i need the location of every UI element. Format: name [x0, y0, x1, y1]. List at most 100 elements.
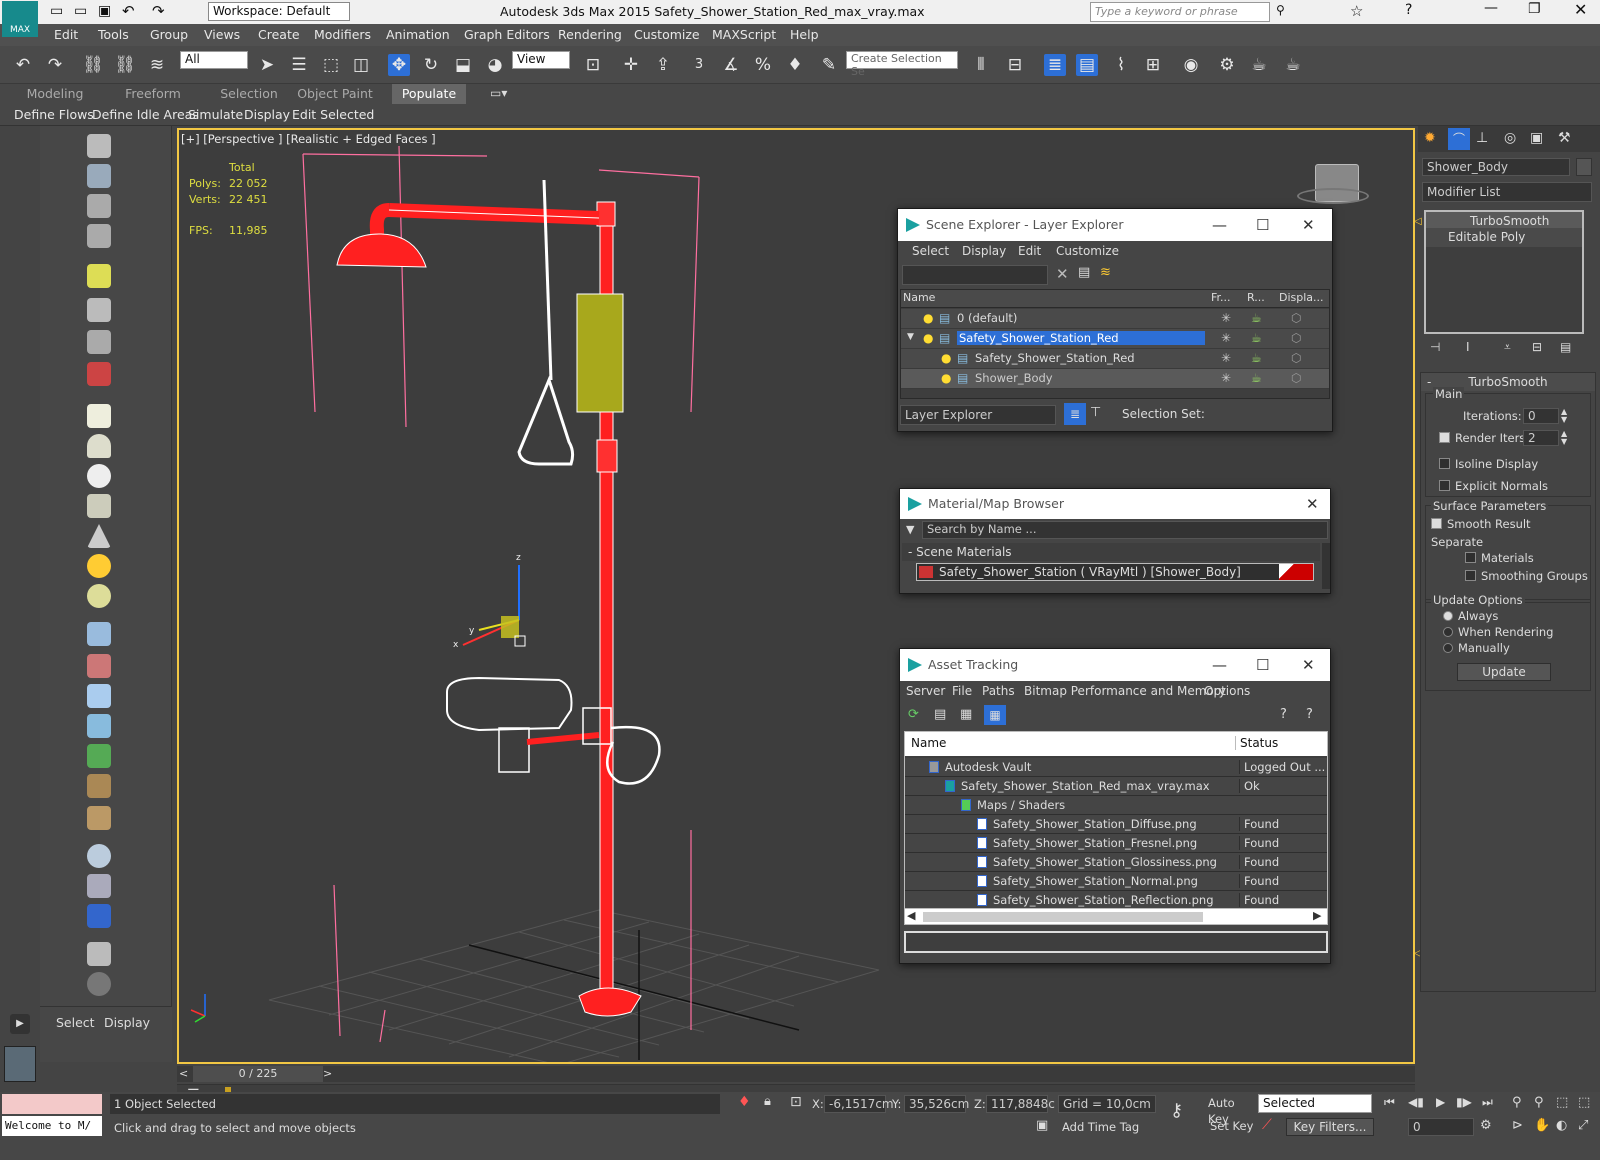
auto-key-button[interactable]: Auto Key	[1208, 1095, 1254, 1126]
tab-select[interactable]: Select	[56, 1015, 95, 1030]
undo-icon[interactable]: ↶	[12, 54, 34, 76]
help-circle-icon[interactable]	[87, 972, 111, 996]
zoom-icon[interactable]: ⚲	[1512, 1095, 1522, 1110]
disc-icon[interactable]	[87, 584, 111, 608]
materials-checkbox[interactable]: Materials	[1465, 551, 1534, 565]
scene-explorer-search-input[interactable]	[902, 265, 1048, 285]
refresh-icon[interactable]: ⟳	[908, 707, 919, 722]
tab-freeform[interactable]: Freeform	[108, 84, 198, 104]
asset-menu-file[interactable]: File	[952, 684, 972, 698]
close-button[interactable]: ✕	[1574, 0, 1587, 19]
render-iters-spinner-arrows[interactable]: ▲ ▼	[1561, 430, 1567, 446]
column-header-0[interactable]: Name	[903, 291, 935, 304]
modifier-stack-editable-poly[interactable]: Editable Poly	[1426, 228, 1582, 247]
render-setup-icon[interactable]: ⚙	[1216, 54, 1238, 76]
visibility-bulb-icon[interactable]: ●	[941, 371, 951, 385]
grass-icon[interactable]	[87, 744, 111, 768]
rect-selection-icon[interactable]: ⬚	[320, 54, 342, 76]
expand-arrow-icon[interactable]: ▶	[10, 1014, 30, 1034]
object-color-swatch[interactable]	[1576, 158, 1592, 176]
display-box-icon[interactable]: ⬡	[1291, 311, 1301, 325]
scroll-thumb[interactable]	[923, 912, 1203, 922]
star-icon[interactable]: ☆	[1350, 2, 1363, 20]
smoothing-groups-checkbox[interactable]: Smoothing Groups	[1465, 569, 1588, 583]
open-file-icon[interactable]: ▭	[74, 3, 87, 19]
save-icon[interactable]: ▣	[98, 3, 111, 19]
render-frame-icon[interactable]	[87, 904, 111, 928]
asset-menu-server[interactable]: Server	[906, 684, 945, 698]
configure-sets-icon[interactable]: ▤	[1560, 340, 1571, 354]
percent-snap-icon[interactable]: %	[752, 54, 774, 76]
freeze-icon[interactable]: ✳	[1221, 311, 1231, 325]
menu-tools[interactable]: Tools	[98, 27, 129, 42]
list-view-icon[interactable]: ▤	[934, 707, 946, 722]
scene-explorer-icon[interactable]: ≣	[1044, 54, 1066, 76]
hemisphere-icon[interactable]	[87, 434, 111, 458]
asset-row[interactable]: Autodesk Vault Logged Out ...	[905, 758, 1327, 777]
set-keys-icon[interactable]: ⟋	[1262, 1117, 1272, 1133]
go-to-end-icon[interactable]: ⏭	[1482, 1095, 1493, 1110]
material-browser-scrollbar[interactable]	[1322, 543, 1330, 589]
select-object-icon[interactable]: ➤	[256, 54, 278, 76]
freeze-icon[interactable]: ✳	[1221, 371, 1231, 385]
asset-tracking-titlebar[interactable]: Asset Tracking — ☐ ✕	[900, 649, 1330, 681]
asset-row[interactable]: Safety_Shower_Station_Fresnel.png Found	[905, 834, 1327, 853]
clear-search-icon[interactable]: ✕	[1056, 265, 1069, 283]
shell-icon[interactable]	[87, 806, 111, 830]
workspace-dropdown[interactable]: Workspace: Default	[208, 2, 350, 21]
next-frame-icon[interactable]: ▮▶	[1456, 1095, 1472, 1109]
scroll-left-icon[interactable]: ◀	[907, 909, 915, 922]
align-icon[interactable]: ⊟	[1004, 54, 1026, 76]
viewport-thumbnail[interactable]	[4, 1046, 36, 1082]
molecule-icon[interactable]	[87, 654, 111, 678]
asset-row[interactable]: Safety_Shower_Station_Glossiness.png Foun…	[905, 853, 1327, 872]
pivot-center-icon[interactable]: ⊡	[582, 54, 604, 76]
hair-icon[interactable]	[87, 774, 111, 798]
menu-views[interactable]: Views	[204, 27, 240, 42]
asset-row[interactable]: Safety_Shower_Station_Diffuse.png Found	[905, 815, 1327, 834]
prev-frame-icon[interactable]: ◀▮	[1408, 1095, 1424, 1109]
plane-icon[interactable]	[87, 404, 111, 428]
menu-edit[interactable]: Edit	[54, 27, 78, 42]
reference-coordinate-dropdown[interactable]: View	[512, 51, 570, 69]
tab-selection[interactable]: Selection	[204, 84, 294, 104]
material-editor-icon[interactable]: ◉	[1180, 54, 1202, 76]
isolate-icon[interactable]: ♦	[738, 1094, 751, 1110]
remove-modifier-icon[interactable]: ⊟	[1532, 340, 1542, 354]
populate-edit-selected[interactable]: Edit Selected	[292, 107, 374, 122]
explorer-type-dropdown[interactable]: Layer Explorer	[900, 405, 1056, 425]
time-config-icon[interactable]: ⚙	[1480, 1118, 1492, 1133]
select-by-name-icon[interactable]: ☰	[288, 54, 310, 76]
close-button[interactable]: ✕	[1302, 209, 1315, 241]
asset-row[interactable]: Maps / Shaders	[905, 796, 1327, 815]
y-coordinate-field[interactable]: 35,526cm	[904, 1095, 969, 1113]
ribbon-options-icon[interactable]: ▭▾	[490, 86, 507, 100]
material-item[interactable]: Safety_Shower_Station ( VRayMtl ) [Showe…	[916, 563, 1314, 581]
orbit-icon[interactable]: ◐	[1556, 1118, 1567, 1133]
scene-explorer-titlebar[interactable]: Scene Explorer - Layer Explorer — ☐ ✕	[898, 209, 1332, 241]
hierarchy-tab-icon[interactable]: ⊥	[1476, 130, 1488, 146]
column-header-name[interactable]: Name	[911, 736, 946, 750]
sphere-icon[interactable]	[87, 464, 111, 488]
pin-stack-icon[interactable]: ⊣	[1430, 340, 1440, 354]
motion-tab-icon[interactable]: ◎	[1504, 130, 1516, 146]
help-icon[interactable]: ?	[1280, 707, 1287, 722]
tab-modeling[interactable]: Modeling	[10, 84, 100, 104]
undo-icon[interactable]: ↶	[122, 2, 135, 20]
layer-tools-icon[interactable]: ≋	[1100, 265, 1111, 280]
named-selection-set-dropdown[interactable]: Create Selection Se	[846, 51, 958, 78]
column-header-1[interactable]: Fr...	[1211, 291, 1231, 304]
vault-help-icon[interactable]: ?	[1306, 707, 1313, 722]
layer-explorer-icon[interactable]: ▤	[1076, 54, 1098, 76]
minimize-button[interactable]: —	[1212, 649, 1227, 681]
explicit-normals-checkbox[interactable]: Explicit Normals	[1439, 479, 1548, 493]
maximize-button[interactable]: ☐	[1256, 649, 1269, 681]
maximize-button[interactable]: ☐	[1256, 209, 1269, 241]
grid-table-icon[interactable]	[87, 224, 111, 248]
expand-triangle-icon[interactable]: ▼	[907, 332, 914, 342]
asset-menu-options[interactable]: Options	[1204, 684, 1250, 698]
table-view-icon[interactable]: ▦	[984, 705, 1006, 725]
basket-icon[interactable]	[87, 494, 111, 518]
filter-icon[interactable]: ▤	[1078, 265, 1090, 280]
app-logo[interactable]: MAX	[2, 1, 38, 37]
